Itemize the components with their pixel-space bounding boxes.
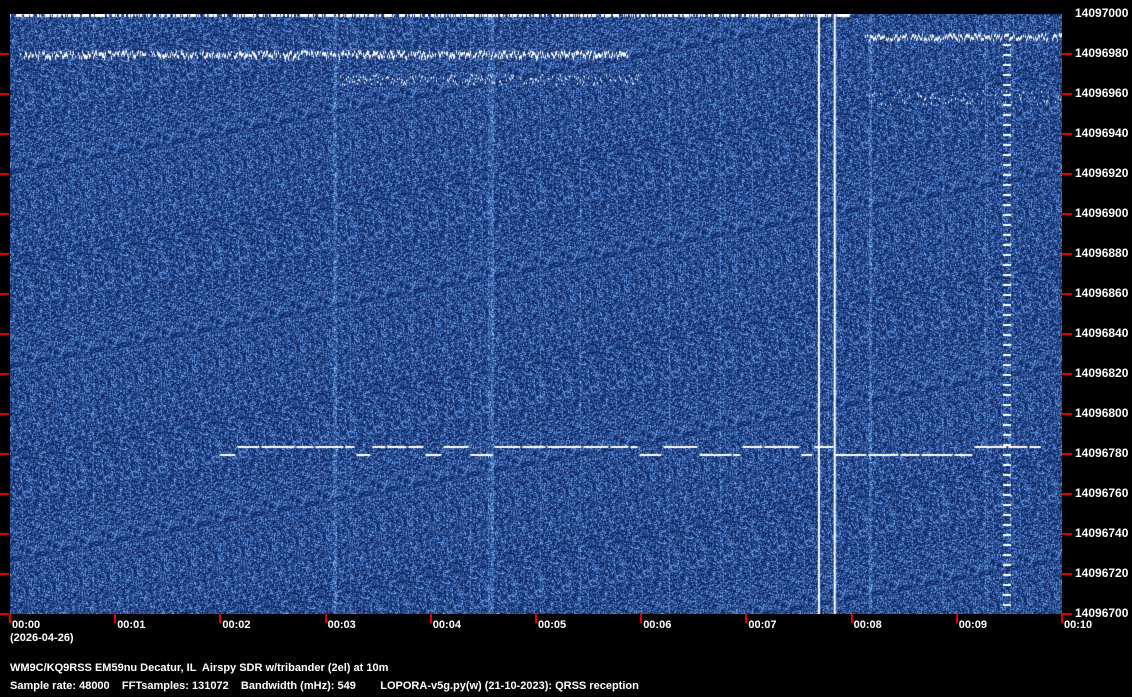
x-tick-label: 00:01 (117, 619, 146, 631)
x-tick (9, 614, 11, 623)
y-tick-right (1062, 133, 1072, 135)
y-tick-left (0, 373, 9, 375)
spectrogram-heatmap (10, 14, 1062, 614)
y-tick-right (1062, 173, 1072, 175)
y-tick-label: 14096960 (1075, 86, 1129, 100)
x-tick-label: 00:08 (853, 619, 882, 631)
x-tick (429, 614, 432, 623)
x-tick-label: 00:10 (1064, 619, 1093, 631)
y-tick-right (1062, 333, 1072, 335)
y-tick-right (1062, 613, 1072, 615)
y-tick-right (1062, 213, 1072, 215)
y-tick-left (0, 453, 9, 455)
y-tick-left (0, 533, 9, 535)
y-tick-label: 14096940 (1075, 126, 1129, 140)
y-tick-label: 14096820 (1075, 366, 1129, 380)
y-tick-left (0, 93, 9, 95)
station-info: WM9C/KQ9RSS EM59nu Decatur, IL Airspy SD… (10, 662, 389, 674)
y-tick-left (0, 413, 9, 415)
x-tick-label: 00:00 (12, 619, 41, 631)
y-tick-left (0, 293, 9, 295)
y-tick-right (1062, 413, 1072, 415)
grabber-window: 00:00 00:01 00:02 00:03 00:04 00:05 00:06 00:07… (0, 0, 1132, 697)
y-tick-left (0, 213, 9, 215)
y-tick-right (1062, 453, 1072, 455)
y-tick-left (0, 613, 9, 615)
y-tick-right (1062, 573, 1072, 575)
y-tick-right (1062, 53, 1072, 55)
y-tick-label: 14096980 (1075, 46, 1129, 60)
x-tick (640, 614, 643, 623)
y-tick-label: 14096800 (1075, 406, 1129, 420)
x-tick-label: 00:06 (643, 619, 672, 631)
y-tick-label: 14096860 (1075, 286, 1129, 300)
x-tick (535, 614, 537, 623)
y-tick-right (1062, 253, 1072, 255)
x-tick-label: 00:05 (538, 619, 567, 631)
y-tick-label: 14096880 (1075, 246, 1129, 260)
y-tick-label: 14096760 (1075, 486, 1129, 500)
x-tick (114, 614, 117, 623)
x-tick (745, 614, 748, 623)
y-tick-right (1062, 93, 1072, 95)
y-tick-left (0, 333, 9, 335)
y-tick-label: 14097000 (1075, 6, 1129, 20)
y-tick-label: 14096700 (1075, 606, 1129, 620)
x-tick-label: 00:02 (222, 619, 251, 631)
x-tick (955, 614, 958, 623)
y-tick-label: 14096840 (1075, 326, 1129, 340)
y-tick-left (0, 173, 9, 175)
y-tick-label: 14096920 (1075, 166, 1129, 180)
y-tick-left (0, 133, 9, 135)
y-tick-left (0, 493, 9, 495)
y-tick-left (0, 253, 9, 255)
y-tick-right (1062, 533, 1072, 535)
x-tick (219, 614, 222, 623)
x-tick-label: 00:03 (327, 619, 356, 631)
x-tick (850, 614, 853, 623)
x-tick-label: 00:09 (958, 619, 987, 631)
x-tick (1061, 614, 1063, 623)
y-tick-left (0, 573, 9, 575)
x-tick (324, 614, 327, 623)
date-label: (2026-04-26) (10, 632, 74, 644)
y-tick-right (1062, 373, 1072, 375)
x-tick-label: 00:07 (748, 619, 777, 631)
y-tick-label: 14096900 (1075, 206, 1129, 220)
y-tick-right (1062, 493, 1072, 495)
x-tick-label: 00:04 (432, 619, 461, 631)
y-tick-label: 14096720 (1075, 566, 1129, 580)
y-tick-right (1062, 293, 1072, 295)
y-tick-label: 14096780 (1075, 446, 1129, 460)
params-info: Sample rate: 48000 FFTsamples: 131072 Ba… (10, 680, 639, 692)
y-tick-label: 14096740 (1075, 526, 1129, 540)
y-tick-left (0, 53, 9, 55)
